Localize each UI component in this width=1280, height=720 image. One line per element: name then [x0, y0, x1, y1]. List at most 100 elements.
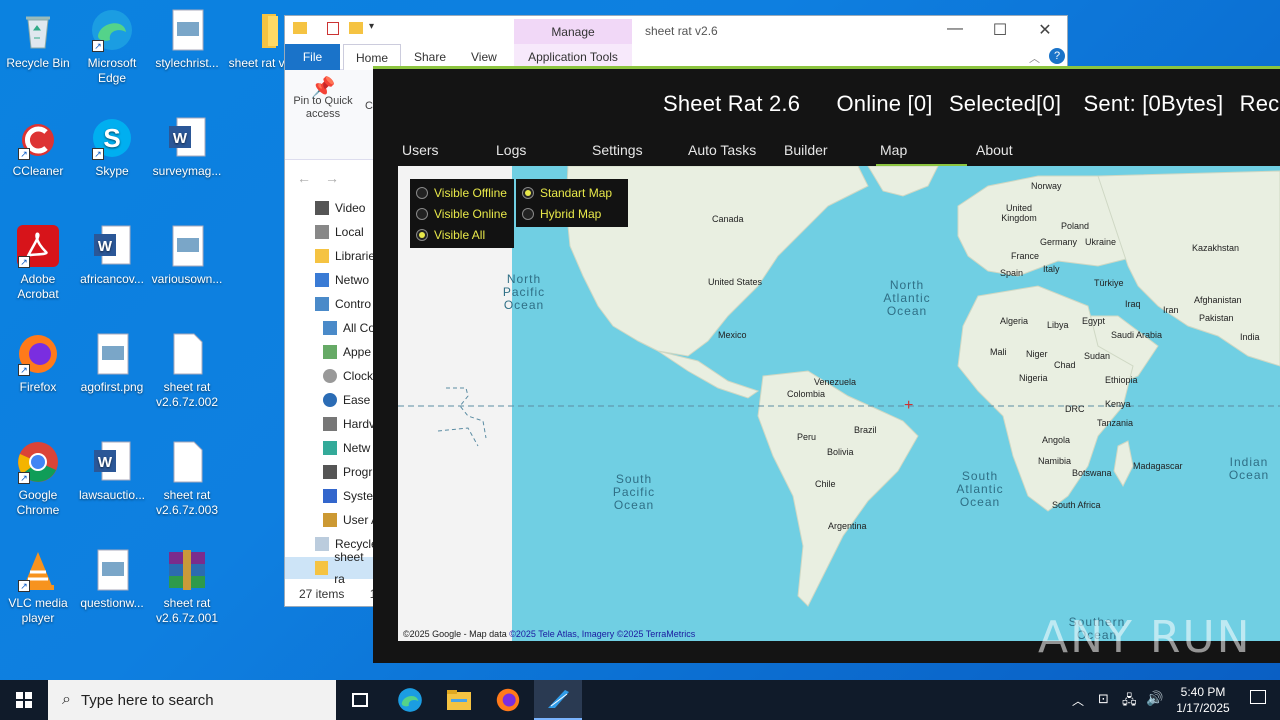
nav-item-selected[interactable]: sheet ra: [285, 550, 375, 586]
blank-file-icon: [165, 332, 209, 376]
desktop-icon-ccleaner[interactable]: ↗ CCleaner: [0, 116, 76, 179]
nav-item[interactable]: Librarie: [315, 245, 375, 267]
explorer-titlebar[interactable]: ▾ Manage sheet rat v2.6 — ☐ ✕: [285, 16, 1067, 44]
ocean-label: North Atlantic Ocean: [883, 278, 931, 318]
map-label: Bolivia: [827, 447, 854, 457]
taskbar-edge[interactable]: [386, 680, 434, 720]
clock-icon: [323, 369, 337, 383]
tab-builder[interactable]: Builder: [784, 139, 828, 161]
notification-icon[interactable]: [1250, 690, 1266, 704]
properties-icon[interactable]: [327, 22, 339, 35]
nav-item[interactable]: Ease c: [323, 389, 380, 411]
radio-icon[interactable]: [416, 207, 428, 220]
desktop-icon-agofirst[interactable]: agofirst.png: [74, 332, 150, 395]
shortcut-arrow-icon: ↗: [18, 580, 30, 592]
help-icon[interactable]: ?: [1049, 48, 1065, 64]
radio-checked-icon[interactable]: [416, 228, 428, 241]
map-label: South Africa: [1052, 500, 1101, 510]
tab-file[interactable]: File: [285, 44, 340, 70]
clock[interactable]: 5:40 PM 1/17/2025: [1168, 684, 1238, 716]
network-icon: [323, 441, 337, 455]
option-visible-all[interactable]: Visible All: [416, 224, 508, 245]
close-icon[interactable]: ✕: [1025, 20, 1065, 40]
desktop-icon-lawsauctio[interactable]: W lawsauctio...: [74, 440, 150, 503]
option-visible-offline[interactable]: Visible Offline: [416, 182, 508, 203]
desktop-icon-skype[interactable]: S ↗ Skype: [74, 116, 150, 179]
nav-item[interactable]: User A: [323, 509, 379, 531]
task-view-button[interactable]: [336, 680, 384, 720]
tab-auto-tasks[interactable]: Auto Tasks: [688, 139, 756, 161]
maximize-icon[interactable]: ☐: [980, 20, 1020, 40]
world-map[interactable]: + Canada United States Mexico Venezuela …: [398, 166, 1280, 641]
network-icon[interactable]: 🖧: [1122, 691, 1137, 713]
map-type-options: Standart Map Hybrid Map: [516, 179, 628, 227]
radio-icon[interactable]: [416, 186, 428, 199]
nav-item[interactable]: Syster: [323, 485, 377, 507]
desktop-icon-africancov[interactable]: W africancov...: [74, 224, 150, 287]
nav-item[interactable]: Clock: [323, 365, 373, 387]
desktop-icon-variousown[interactable]: variousown...: [149, 224, 225, 287]
map-label: Saudi Arabia: [1111, 330, 1163, 340]
map-label: Mali: [990, 347, 1007, 357]
desktop-icon-questionw[interactable]: questionw...: [74, 548, 150, 611]
meet-now-icon[interactable]: ⊡: [1098, 691, 1109, 707]
taskbar-search[interactable]: ⌕ Type here to search: [48, 680, 336, 720]
app-title: Sheet Rat 2.6: [663, 91, 801, 116]
volume-icon[interactable]: 🔊: [1146, 690, 1163, 707]
map-label: Brazil: [854, 425, 877, 435]
radio-icon[interactable]: [522, 207, 534, 220]
pin-to-quick-access-button[interactable]: 📌 Pin to Quick access: [291, 78, 355, 121]
nav-item[interactable]: Netwo: [315, 269, 369, 291]
word-doc-icon: W: [90, 440, 134, 484]
taskbar-firefox[interactable]: [484, 680, 532, 720]
desktop-icon-sheetrat-003[interactable]: sheet rat v2.6.7z.003: [149, 440, 225, 518]
desktop-icon-stylechrist[interactable]: stylechrist...: [149, 8, 225, 71]
option-hybrid-map[interactable]: Hybrid Map: [522, 203, 622, 224]
tab-logs[interactable]: Logs: [496, 139, 526, 161]
map-label: Peru: [797, 432, 817, 442]
start-button[interactable]: [0, 680, 48, 720]
tab-map[interactable]: Map: [875, 139, 968, 167]
desktop-icon-sheetrat-001[interactable]: sheet rat v2.6.7z.001: [149, 548, 225, 626]
taskbar-file-explorer[interactable]: [435, 680, 483, 720]
clock-date: 1/17/2025: [1176, 701, 1230, 715]
chevron-up-icon[interactable]: ︿: [1072, 692, 1084, 709]
map-label: Tanzania: [1097, 418, 1134, 428]
skype-icon: S ↗: [90, 116, 134, 160]
sheet-rat-window[interactable]: Sheet Rat 2.6 Online [0] Selected[0] Sen…: [373, 66, 1280, 663]
nav-item[interactable]: Progr: [323, 461, 372, 483]
new-folder-icon[interactable]: [349, 22, 363, 34]
desktop-icon-vlc[interactable]: ↗ VLC media player: [0, 548, 76, 626]
map-label: Ethiopia: [1105, 375, 1138, 385]
nav-item[interactable]: Contro: [315, 293, 371, 315]
desktop-icon-firefox[interactable]: ↗ Firefox: [0, 332, 76, 395]
chevron-down-icon[interactable]: ▾: [369, 21, 374, 32]
chevron-up-icon[interactable]: ︿: [1029, 50, 1040, 66]
desktop-icon-google-chrome[interactable]: ↗ Google Chrome: [0, 440, 76, 518]
minimize-icon[interactable]: —: [935, 20, 975, 38]
taskbar-sheet-rat[interactable]: [534, 680, 582, 720]
map-label: United States: [708, 277, 763, 287]
option-visible-online[interactable]: Visible Online: [416, 203, 508, 224]
desktop-icon-adobe-acrobat[interactable]: ↗ Adobe Acrobat: [0, 224, 76, 302]
desktop-icon-sheetrat-002[interactable]: sheet rat v2.6.7z.002: [149, 332, 225, 410]
tab-settings[interactable]: Settings: [592, 139, 643, 161]
nav-item[interactable]: Hardv: [323, 413, 375, 435]
desktop-icon-surveymag[interactable]: W surveymag...: [149, 116, 225, 179]
nav-item[interactable]: Local: [315, 221, 364, 243]
map-land: [398, 166, 1280, 607]
desktop-icon-recycle-bin[interactable]: Recycle Bin: [0, 8, 76, 71]
desktop-icon-edge[interactable]: ↗ Microsoft Edge: [74, 8, 150, 86]
map-label: France: [1011, 251, 1040, 261]
nav-item[interactable]: All Co: [323, 317, 375, 339]
radio-checked-icon[interactable]: [522, 186, 534, 199]
tab-users[interactable]: Users: [402, 139, 439, 161]
option-standart-map[interactable]: Standart Map: [522, 182, 622, 203]
tab-about[interactable]: About: [976, 139, 1013, 161]
nav-item[interactable]: Appe: [323, 341, 371, 363]
map-label: Afghanistan: [1194, 295, 1242, 305]
nav-item[interactable]: Netw: [323, 437, 370, 459]
nav-item[interactable]: Video: [315, 197, 365, 219]
manage-tab[interactable]: Manage: [514, 19, 632, 44]
map-label: Algeria: [1000, 316, 1029, 326]
